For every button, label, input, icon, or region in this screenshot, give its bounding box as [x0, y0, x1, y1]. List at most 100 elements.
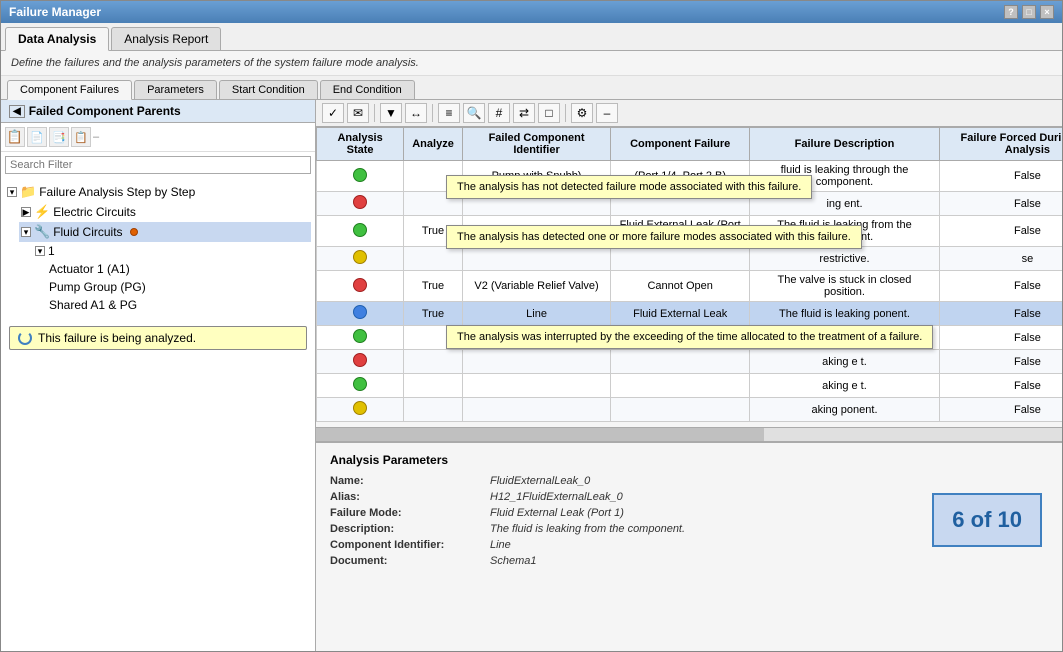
col-failed-component: Failed Component Identifier	[462, 128, 610, 161]
tree-label-actuator: Actuator 1 (A1)	[49, 262, 130, 276]
rtb-check[interactable]: ✓	[322, 103, 344, 123]
tab-data-analysis[interactable]: Data Analysis	[5, 27, 109, 51]
cell-description: restrictive.	[750, 247, 940, 271]
param-name-value: FluidExternalLeak_0	[490, 475, 1048, 487]
expand-icon-fluid[interactable]: ▾	[21, 227, 31, 237]
col-analysis-state: Analysis State	[317, 128, 404, 161]
toolbar-icon-2[interactable]: 📄	[27, 127, 47, 147]
cell-failed-id: Line	[462, 302, 610, 326]
tree-item-root[interactable]: ▾ 📁 Failure Analysis Step by Step	[5, 182, 311, 202]
param-alias-label: Alias:	[330, 491, 490, 503]
cell-forced: False	[939, 350, 1062, 374]
cell-forced: False	[939, 161, 1062, 192]
failed-component-parents-label: Failed Component Parents	[29, 104, 181, 118]
state-circle-green	[353, 168, 367, 182]
tab-parameters[interactable]: Parameters	[134, 80, 217, 99]
main-window: Failure Manager ? □ × Data Analysis Anal…	[0, 0, 1063, 652]
table-row[interactable]: aking ponent. False	[317, 398, 1063, 422]
state-circle-red	[353, 278, 367, 292]
rtb-mail[interactable]: ✉	[347, 103, 369, 123]
analyzing-tooltip: This failure is being analyzed.	[9, 326, 307, 350]
analyzing-tooltip-text: This failure is being analyzed.	[38, 331, 196, 345]
nav-left-icon[interactable]: ◀	[9, 105, 25, 118]
table-row[interactable]: restrictive. se	[317, 247, 1063, 271]
rtb-filter[interactable]: ▼	[380, 103, 402, 123]
state-circle-red	[353, 353, 367, 367]
tab-analysis-report[interactable]: Analysis Report	[111, 27, 221, 50]
horizontal-scrollbar[interactable]	[316, 427, 1062, 441]
left-toolbar: 📋 📄 📑 📋 –	[1, 123, 315, 152]
toolbar-icon-1[interactable]: 📋	[5, 127, 25, 147]
rtb-sep3	[565, 104, 566, 122]
tab-start-condition[interactable]: Start Condition	[219, 80, 318, 99]
cell-comp-failure	[611, 247, 750, 271]
tree-label-1: 1	[48, 244, 55, 258]
help-button[interactable]: ?	[1004, 5, 1018, 19]
analysis-parameters-panel: Analysis Parameters Name: FluidExternalL…	[316, 441, 1062, 636]
main-tab-bar: Data Analysis Analysis Report	[1, 23, 1062, 51]
content-area: ◀ Failed Component Parents 📋 📄 📑 📋 – ▾ 📁	[1, 100, 1062, 651]
state-circle-yellow	[353, 401, 367, 415]
minimize-button[interactable]: □	[1022, 5, 1036, 19]
col-forced: Failure Forced During the Analysis	[939, 128, 1062, 161]
expand-icon-electric[interactable]: ▶	[21, 207, 31, 217]
param-name-label: Name:	[330, 475, 490, 487]
cell-forced: False	[939, 326, 1062, 350]
state-circle-green	[353, 223, 367, 237]
tab-component-failures[interactable]: Component Failures	[7, 80, 132, 100]
tree-item-pump[interactable]: Pump Group (PG)	[47, 278, 311, 296]
tree-item-actuator[interactable]: Actuator 1 (A1)	[47, 260, 311, 278]
expand-icon-1[interactable]: ▾	[35, 246, 45, 256]
cell-forced: False	[939, 271, 1062, 302]
tree-item-electric[interactable]: ▶ ⚡ Electric Circuits	[19, 202, 311, 222]
tooltip-row2: The analysis has detected one or more fa…	[446, 225, 862, 249]
rtb-sep1	[374, 104, 375, 122]
window-controls: ? □ ×	[1004, 5, 1054, 19]
table-row[interactable]: True Line Fluid External Leak The fluid …	[317, 302, 1063, 326]
rtb-square[interactable]: □	[538, 103, 560, 123]
counter-badge: 6 of 10	[932, 493, 1042, 547]
param-document-label: Document:	[330, 555, 490, 567]
close-button[interactable]: ×	[1040, 5, 1054, 19]
toolbar-icon-3[interactable]: 📑	[49, 127, 69, 147]
cell-forced: False	[939, 216, 1062, 247]
table-row[interactable]: aking e t. False	[317, 350, 1063, 374]
state-circle-yellow	[353, 250, 367, 264]
tree-item-fluid[interactable]: ▾ 🔧 Fluid Circuits	[19, 222, 311, 242]
rtb-search[interactable]: 🔍	[463, 103, 485, 123]
cell-forced: False	[939, 374, 1062, 398]
expand-icon-root[interactable]: ▾	[7, 187, 17, 197]
tree-area: ▾ 📁 Failure Analysis Step by Step ▶ ⚡ El…	[1, 178, 315, 651]
table-row[interactable]: aking e t. False	[317, 374, 1063, 398]
cell-analyze: True	[404, 271, 463, 302]
right-panel: ✓ ✉ ▼ ↔ ≡ 🔍 # ⇄ □ ⚙ – The analy	[316, 100, 1062, 651]
rtb-list[interactable]: ≡	[438, 103, 460, 123]
rtb-exchange[interactable]: ⇄	[513, 103, 535, 123]
table-container: The analysis has not detected failure mo…	[316, 127, 1062, 427]
toolbar-icon-4[interactable]: 📋	[71, 127, 91, 147]
search-input[interactable]	[5, 156, 311, 174]
sub-tab-bar: Component Failures Parameters Start Cond…	[1, 76, 1062, 100]
table-row[interactable]: True V2 (Variable Relief Valve) Cannot O…	[317, 271, 1063, 302]
tooltip-row4: The analysis was interrupted by the exce…	[446, 325, 933, 349]
col-component-failure: Component Failure	[611, 128, 750, 161]
cell-failed-id: V2 (Variable Relief Valve)	[462, 271, 610, 302]
tree-item-1[interactable]: ▾ 1	[33, 242, 311, 260]
window-title: Failure Manager	[9, 5, 101, 19]
tree-label-electric: Electric Circuits	[53, 205, 136, 219]
rtb-dash[interactable]: –	[596, 103, 618, 123]
tree-item-shared[interactable]: Shared A1 & PG	[47, 296, 311, 314]
cell-description: The fluid is leaking ponent.	[750, 302, 940, 326]
state-circle-green	[353, 377, 367, 391]
param-failuremode-label: Failure Mode:	[330, 507, 490, 519]
spinner-icon	[18, 331, 32, 345]
cell-analyze: True	[404, 302, 463, 326]
rtb-hash[interactable]: #	[488, 103, 510, 123]
analysis-table: Analysis State Analyze Failed Component …	[316, 127, 1062, 422]
analysis-params-title: Analysis Parameters	[330, 453, 1048, 467]
rtb-gear[interactable]: ⚙	[571, 103, 593, 123]
tab-end-condition[interactable]: End Condition	[320, 80, 415, 99]
cell-forced: False	[939, 302, 1062, 326]
param-document-value: Schema1	[490, 555, 1048, 567]
rtb-arrows[interactable]: ↔	[405, 103, 427, 123]
